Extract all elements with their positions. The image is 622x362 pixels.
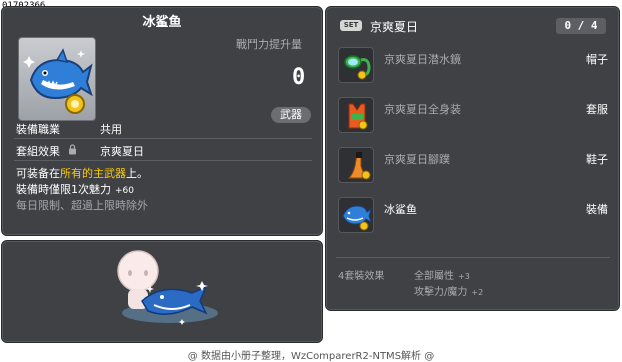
lock-icon: [69, 144, 76, 155]
divider: [14, 160, 312, 161]
desc-highlight: 所有的主武器: [60, 167, 126, 180]
type-badge: 武器: [271, 107, 311, 123]
power-value: 0: [292, 65, 306, 90]
set-effect-value: 京爽夏日: [100, 145, 144, 158]
snorkel-goggles-icon: [338, 47, 374, 83]
set-tooltip-panel: SET 京爽夏日 0 / 4 京爽夏日潜水鏡 帽子 京爽夏日全身装 套服 京爽夏…: [325, 6, 620, 311]
character-preview: [117, 250, 218, 325]
set-item-slot: 鞋子: [586, 153, 608, 166]
set-item-name: 冰鲨鱼: [384, 203, 417, 216]
set-title: 京爽夏日: [370, 20, 419, 34]
set-item-slot: 帽子: [586, 53, 608, 66]
set-badge: SET: [340, 20, 362, 31]
desc-line-2: 裝備時僅限1次魅力 +60: [16, 181, 134, 197]
item-tooltip-panel: 冰鲨鱼 戰鬥力提升量 0 武器 裝備職業 共用 套組效果 京爽夏日 可装备在所有…: [1, 6, 323, 236]
set-effect-bonus: +3: [458, 272, 470, 281]
set-item[interactable]: 京爽夏日腳蹼 鞋子: [338, 147, 608, 187]
set-effect-tier-label: 4套裝效果: [338, 271, 385, 282]
swimsuit-icon: [338, 97, 374, 133]
set-item[interactable]: 京爽夏日全身装 套服: [338, 97, 608, 137]
desc-text: 可装备在: [16, 167, 60, 180]
footer-credit: @ 数据由小册子整理，WzComparerR2-NTMS解析 @: [187, 351, 435, 362]
desc-text: 上。: [126, 167, 148, 180]
flipper-icon: [338, 147, 374, 183]
charm-bonus: +60: [115, 186, 134, 196]
set-item-slot: 裝備: [586, 203, 608, 216]
set-effect-line: 全部屬性 +3: [414, 267, 470, 282]
set-item-name: 京爽夏日潜水鏡: [384, 53, 461, 66]
set-count: 0 / 4: [556, 18, 606, 34]
desc-line-1: 可装备在所有的主武器上。: [16, 165, 148, 181]
ice-shark-icon: [338, 197, 374, 233]
set-item-slot: 套服: [586, 103, 608, 116]
desc-line-3: 每日限制、超過上限時除外: [16, 199, 148, 212]
item-icon-frame: [18, 37, 96, 121]
character-preview-panel: [1, 240, 323, 343]
desc-text: 裝備時僅限1次魅力: [16, 183, 111, 196]
set-effect-line: 攻擊力/魔力 +2: [414, 283, 483, 298]
power-label: 戰鬥力提升量: [236, 38, 302, 51]
job-label: 裝備職業: [16, 123, 60, 136]
set-effect-bonus: +2: [471, 288, 484, 297]
job-value: 共用: [100, 123, 122, 136]
ice-shark-icon: [23, 48, 93, 114]
set-effect-label: 套組效果: [16, 145, 60, 158]
set-item-name: 京爽夏日腳蹼: [384, 153, 450, 166]
divider: [14, 138, 312, 139]
set-item[interactable]: 冰鲨鱼 裝備: [338, 197, 608, 237]
divider: [336, 257, 610, 258]
set-effect-stat: 全部屬性: [414, 271, 454, 282]
set-effect-stat: 攻擊力/魔力: [414, 287, 468, 298]
set-item[interactable]: 京爽夏日潜水鏡 帽子: [338, 47, 608, 87]
item-name: 冰鲨鱼: [142, 15, 182, 30]
set-item-name: 京爽夏日全身装: [384, 103, 461, 116]
